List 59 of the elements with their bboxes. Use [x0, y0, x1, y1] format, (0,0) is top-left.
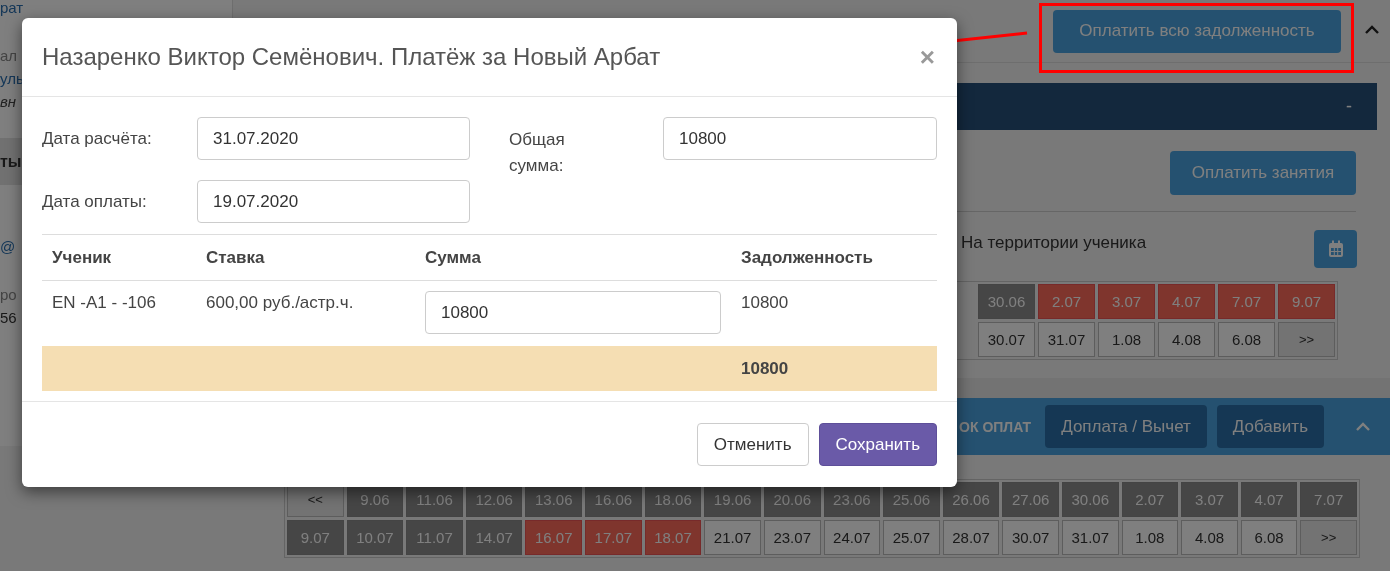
payments-button[interactable]: Доплата / Вычет — [1045, 405, 1207, 448]
date-cell[interactable]: 30.07 — [978, 322, 1035, 357]
date-cell[interactable]: 28.07 — [942, 520, 1000, 555]
date-cell[interactable]: 1.08 — [1098, 322, 1155, 357]
calendar-icon — [1327, 240, 1344, 258]
date-cell[interactable]: 31.07 — [1038, 322, 1095, 357]
date-cell[interactable]: 6.08 — [1218, 322, 1275, 357]
sidebar-text: ро — [0, 285, 17, 305]
date-cell[interactable]: 4.08 — [1181, 520, 1238, 555]
calendar-button[interactable] — [1314, 230, 1357, 268]
date-cell[interactable]: 2.07 — [1038, 284, 1095, 319]
total-amount-field[interactable]: 10800 — [663, 117, 937, 160]
date-cell[interactable]: 31.07 — [1061, 520, 1119, 555]
sidebar-text: вн — [0, 92, 17, 112]
pay-all-debt-button[interactable]: Оплатить всю задолженность — [1053, 9, 1341, 53]
close-button[interactable]: × — [917, 41, 937, 73]
date-cell[interactable]: 21.07 — [704, 520, 761, 555]
date-cell[interactable]: 24.07 — [823, 520, 881, 555]
date-cell[interactable]: >> — [1300, 520, 1357, 555]
date-cell[interactable]: 4.08 — [1158, 322, 1215, 357]
location-text: На территории ученика — [961, 233, 1147, 253]
date-cell[interactable]: 23.07 — [763, 520, 821, 555]
table-cell-text: 10800 — [740, 292, 790, 313]
date-cell[interactable]: 17.07 — [585, 520, 642, 555]
date-cell[interactable]: 25.07 — [883, 520, 940, 555]
sidebar-text[interactable]: @ — [0, 235, 16, 258]
date-cell[interactable]: 30.07 — [1002, 520, 1059, 555]
date-cell[interactable]: >> — [1278, 322, 1335, 357]
column-header: Задолженность — [740, 247, 874, 268]
date-field[interactable]: 19.07.2020 — [197, 180, 470, 223]
dialog-title: Назаренко Виктор Семёнович. Платёж за Новый Арбат — [42, 43, 661, 71]
sidebar-text[interactable]: рат — [0, 0, 24, 19]
date-cell[interactable]: 3.07 — [1098, 284, 1155, 319]
total-value: 10800 — [740, 358, 790, 379]
field-label: Дата оплаты: — [42, 191, 148, 212]
column-header: Ученик — [51, 247, 113, 268]
table-cell-text: 600,00 руб./астр.ч. — [205, 292, 355, 313]
date-cell[interactable]: 7.07 — [1218, 284, 1275, 319]
table-cell-text: EN -A1 - -106 — [51, 292, 157, 313]
sidebar-text: 56 — [0, 308, 17, 328]
payments-title: ОК ОПЛАТ — [959, 418, 1032, 435]
payments-button[interactable]: Добавить — [1216, 405, 1324, 448]
column-header: Ставка — [205, 247, 266, 268]
info-bar-value: - — [1346, 96, 1352, 117]
date-cell[interactable]: 4.07 — [1158, 284, 1215, 319]
save-button[interactable]: Сохранить — [818, 423, 937, 466]
date-cell[interactable]: 18.07 — [644, 520, 702, 555]
date-cell[interactable]: 6.08 — [1240, 520, 1298, 555]
cancel-button[interactable]: Отменить — [696, 423, 809, 466]
collapse-caret-icon[interactable] — [1365, 24, 1379, 34]
column-header: Сумма — [424, 247, 482, 268]
pay-lessons-button[interactable]: Оплатить занятия — [1170, 151, 1356, 195]
field-label: Общая сумма: — [509, 129, 566, 177]
date-cell[interactable]: 1.08 — [1121, 520, 1179, 555]
amount-field[interactable]: 10800 — [425, 291, 721, 334]
date-field[interactable]: 31.07.2020 — [197, 117, 470, 160]
sidebar-text: ал — [0, 46, 18, 66]
date-cell[interactable]: 16.07 — [525, 520, 583, 555]
date-cell[interactable]: 9.07 — [1278, 284, 1335, 319]
